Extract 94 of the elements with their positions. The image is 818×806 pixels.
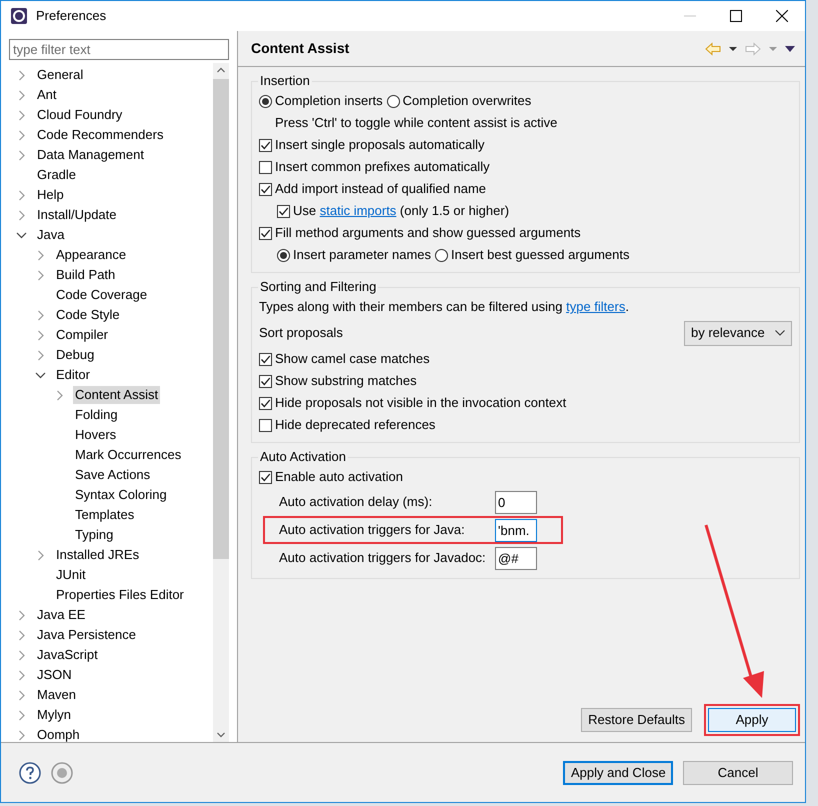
checkbox-label: Show substring matches [275, 372, 417, 390]
checkbox-label: Fill method arguments and show guessed arguments [275, 224, 581, 242]
button[interactable]: Restore Defaults [581, 708, 692, 732]
tree-item[interactable]: Cloud Foundry [35, 106, 124, 124]
text-field[interactable]: @# [495, 546, 537, 570]
button[interactable]: Apply [708, 708, 796, 732]
tree-item[interactable]: Code Style [54, 306, 122, 324]
tree-item[interactable]: Mylyn [35, 706, 73, 724]
tree-item[interactable]: Debug [54, 346, 96, 364]
hint-text: Press 'Ctrl' to toggle while content assist is active [275, 114, 558, 132]
tree-item[interactable]: Maven [35, 686, 78, 704]
close-icon [776, 10, 788, 22]
checkbox[interactable] [259, 182, 272, 196]
checkbox-label: Show camel case matches [275, 350, 430, 368]
link[interactable]: type filters [566, 299, 626, 314]
tree-item[interactable]: Oomph [35, 726, 82, 742]
tree-item[interactable]: Appearance [54, 246, 128, 264]
scrollbar-thumb[interactable] [213, 79, 229, 559]
tree-item[interactable]: Java [35, 226, 66, 244]
text-field[interactable]: 'bnm. [495, 518, 537, 542]
checkbox[interactable] [277, 204, 290, 218]
scrollbar[interactable] [213, 63, 229, 742]
tree-item[interactable]: Java Persistence [35, 626, 138, 644]
tree-item[interactable]: Code Coverage [54, 286, 150, 304]
option-label[interactable]: Completion inserts [275, 91, 383, 111]
tree-item[interactable]: Gradle [35, 166, 78, 184]
menu-caret-icon[interactable] [785, 44, 795, 52]
checkbox-label: Hide deprecated references [275, 416, 436, 434]
tree-item[interactable]: Code Recommenders [35, 126, 166, 144]
radio-button[interactable] [435, 248, 448, 262]
back-arrow-icon[interactable] [705, 42, 721, 56]
field-label: Auto activation triggers for Javadoc: [279, 549, 487, 568]
tree-item[interactable]: Editor [54, 366, 92, 384]
checkbox[interactable] [259, 226, 272, 240]
record-icon[interactable] [51, 762, 73, 784]
field-label: Auto activation delay (ms): [279, 493, 434, 512]
field-label: Auto activation triggers for Java: [279, 521, 466, 540]
radio-button[interactable] [259, 94, 272, 108]
checkbox[interactable] [259, 160, 272, 174]
help-icon[interactable] [19, 762, 41, 784]
filter-field[interactable]: type filter text [9, 39, 229, 60]
field-label: Sort proposals [259, 324, 343, 342]
tree-item[interactable]: Installed JREs [54, 546, 142, 564]
tree-item[interactable]: Install/Update [35, 206, 118, 224]
checkbox-label: Hide proposals not visible in the invocation context [275, 394, 566, 412]
option-label[interactable]: Insert best guessed arguments [451, 245, 630, 265]
checkbox[interactable] [259, 396, 272, 410]
sort-dropdown[interactable]: by relevance [684, 320, 792, 346]
tree-item[interactable]: Content Assist [73, 386, 160, 404]
maximize-icon [730, 10, 742, 22]
tree-item[interactable]: Java EE [35, 606, 88, 624]
link[interactable]: static imports [320, 203, 396, 218]
checkbox[interactable] [259, 374, 272, 388]
tree-item[interactable]: Syntax Coloring [73, 486, 169, 504]
option-label[interactable]: Insert parameter names [293, 245, 432, 265]
checkbox[interactable] [259, 352, 272, 366]
tree-item[interactable]: Folding [73, 406, 120, 424]
tree-item[interactable]: General [35, 66, 86, 84]
tree-item[interactable]: Compiler [54, 326, 110, 344]
tree-item[interactable]: Help [35, 186, 66, 204]
page-title: Content Assist [251, 39, 350, 58]
tree-item[interactable]: JUnit [54, 566, 88, 584]
tree-item[interactable]: Properties Files Editor [54, 586, 186, 604]
tree-item[interactable]: Mark Occurrences [73, 446, 184, 464]
group-title: Sorting and Filtering [258, 279, 378, 295]
tree-item[interactable]: JavaScript [35, 646, 100, 664]
checkbox-label: Insert single proposals automatically [275, 136, 485, 154]
description-text: Types along with their members can be filtered using type filters. [259, 298, 629, 316]
window-title: Preferences [36, 7, 106, 26]
button[interactable]: Cancel [683, 760, 793, 784]
tree-item[interactable]: Build Path [54, 266, 118, 284]
text-field[interactable]: 0 [495, 490, 537, 514]
checkbox-label: Add import instead of qualified name [275, 180, 486, 198]
option-label[interactable]: Completion overwrites [402, 91, 532, 111]
tree-item[interactable]: Typing [73, 526, 116, 544]
checkbox-label: Insert common prefixes automatically [275, 158, 490, 176]
checkbox-label: Use static imports (only 1.5 or higher) [293, 202, 510, 220]
forward-arrow-icon[interactable] [745, 42, 761, 56]
checkbox[interactable] [259, 418, 272, 432]
app-icon [10, 7, 28, 25]
tree-item[interactable]: Data Management [35, 146, 146, 164]
tree-item[interactable]: JSON [35, 666, 74, 684]
tree-item[interactable]: Ant [35, 86, 59, 104]
checkbox-label: Enable auto activation [275, 468, 403, 486]
dropdown-caret-icon[interactable] [729, 44, 737, 52]
checkbox[interactable] [259, 470, 272, 484]
radio-button[interactable] [386, 94, 400, 108]
tree-item[interactable]: Hovers [73, 426, 118, 444]
radio-button[interactable] [277, 248, 290, 262]
tree-item[interactable]: Templates [73, 506, 136, 524]
checkbox[interactable] [259, 138, 272, 152]
button[interactable]: Apply and Close [563, 760, 673, 784]
tree-item[interactable]: Save Actions [73, 466, 152, 484]
chevron-down-icon [775, 330, 785, 336]
